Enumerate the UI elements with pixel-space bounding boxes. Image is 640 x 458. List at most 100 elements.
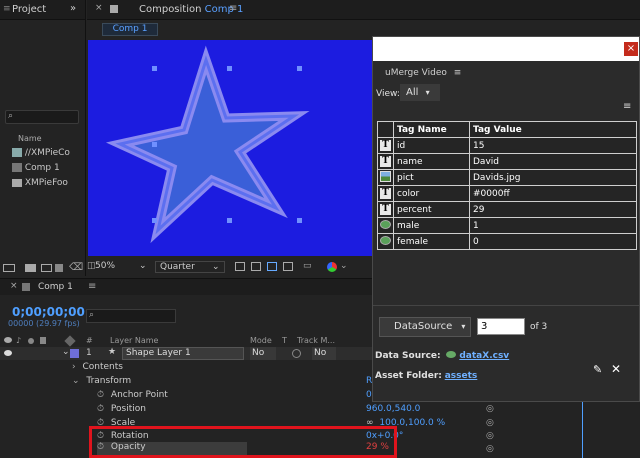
project-bottom-toolbar: ⌫ — [3, 262, 83, 274]
tag-row[interactable]: T percent 29 — [377, 201, 637, 218]
close-icon[interactable]: ≡ — [3, 4, 11, 14]
property-position[interactable]: ⏱ Position — [97, 404, 146, 417]
text-type-icon: T — [380, 204, 391, 215]
tab-timeline-comp[interactable]: Comp 1 — [38, 282, 73, 292]
tag-value[interactable]: 15 — [469, 137, 637, 154]
graph-editor-icon[interactable]: ◎ — [486, 418, 494, 428]
project-item[interactable]: Comp 1 — [12, 163, 60, 177]
mode-dropdown[interactable]: No — [250, 347, 276, 360]
project-item[interactable]: //XMPieCo — [12, 148, 70, 162]
tag-value[interactable]: David — [469, 153, 637, 170]
layer-name-field[interactable]: Shape Layer 1 — [122, 347, 244, 360]
layer-row[interactable]: ⌄ 1 ★ Shape Layer 1 No No — [0, 347, 372, 360]
project-search-input[interactable]: ⌕ — [5, 110, 79, 124]
position-value[interactable]: 960.0,540.0 — [366, 404, 420, 417]
property-contents[interactable]: › Contents — [72, 362, 123, 375]
datasource-button[interactable]: DataSource ▾ — [379, 317, 471, 337]
label-color-icon[interactable] — [70, 349, 79, 358]
column-tag-name[interactable]: Tag Name — [393, 121, 470, 138]
column-layer-name[interactable]: Layer Name — [110, 336, 158, 345]
timeline-search-input[interactable]: ⌕ — [86, 309, 176, 323]
graph-editor-icon[interactable]: ◎ — [486, 444, 494, 454]
star-shape[interactable] — [88, 40, 372, 256]
tag-row[interactable]: T id 15 — [377, 137, 637, 154]
mask-visibility-icon[interactable] — [267, 262, 277, 271]
graph-editor-icon[interactable]: ◎ — [486, 431, 494, 441]
audio-icon[interactable]: ♪ — [16, 336, 21, 345]
close-button[interactable]: × — [624, 42, 638, 56]
property-anchor-point[interactable]: ⏱ Anchor Point — [97, 390, 168, 403]
column-tag-value[interactable]: Tag Value — [469, 121, 637, 138]
comp-subtab[interactable]: Comp 1 — [102, 23, 158, 36]
tag-row[interactable]: male 1 — [377, 217, 637, 234]
tag-row[interactable]: pict Davids.jpg — [377, 169, 637, 186]
tag-value[interactable]: 0 — [469, 233, 637, 250]
project-settings-icon[interactable] — [55, 264, 63, 272]
datasource-label: DataSource — [394, 321, 453, 332]
close-icon[interactable]: × — [10, 281, 18, 291]
current-timecode[interactable]: 0;00;00;00 — [12, 305, 85, 319]
composition-toolbar: ◫ 50% ⌄ Quarter ⌄ ▭ ⌄ — [87, 258, 377, 276]
parent-pickwhip-icon[interactable] — [292, 349, 301, 358]
visibility-eye-icon[interactable] — [4, 350, 12, 356]
property-transform[interactable]: ⌄ Transform — [72, 376, 131, 389]
project-item-label: //XMPieCo — [24, 148, 70, 158]
window-title-bar[interactable] — [373, 37, 639, 61]
expand-panels-icon[interactable]: » — [70, 3, 76, 14]
delete-icon[interactable]: ⌫ — [69, 262, 83, 273]
tab-composition[interactable]: Composition Comp 1 — [139, 4, 243, 15]
expand-chevron-icon[interactable]: › — [72, 362, 76, 372]
panel-menu-icon[interactable]: ≡ — [88, 281, 96, 292]
tag-row[interactable]: T name David — [377, 153, 637, 170]
project-tabbar: ≡ Project » — [0, 0, 85, 20]
zoom-dropdown[interactable]: 50% ⌄ — [95, 261, 151, 273]
table-menu-icon[interactable]: ≡ — [623, 101, 631, 112]
graph-editor-icon[interactable]: ◎ — [486, 404, 494, 414]
tag-row[interactable]: T color #0000ff — [377, 185, 637, 202]
tag-value[interactable]: 1 — [469, 217, 637, 234]
column-mode[interactable]: Mode — [250, 336, 272, 345]
chevron-down-icon[interactable]: ⌄ — [340, 261, 348, 271]
close-icon[interactable]: × — [95, 3, 103, 13]
panel-menu-icon[interactable]: ≡ — [229, 3, 237, 14]
composition-viewer[interactable] — [88, 40, 372, 256]
project-item[interactable]: XMPieFoo — [12, 178, 68, 192]
column-t[interactable]: T — [282, 336, 287, 345]
tag-value[interactable]: #0000ff — [469, 185, 637, 202]
stopwatch-icon[interactable]: ⏱ — [97, 404, 104, 414]
tab-project[interactable]: Project — [12, 4, 46, 15]
expand-chevron-icon[interactable]: ⌄ — [62, 347, 70, 357]
transparency-grid-icon[interactable] — [251, 262, 261, 271]
unlink-icon[interactable]: ✕ — [611, 362, 621, 376]
guides-icon[interactable] — [283, 262, 293, 271]
tag-value[interactable]: Davids.jpg — [469, 169, 637, 186]
lock-icon[interactable] — [110, 5, 118, 13]
view-dropdown[interactable]: All ▾ — [400, 84, 440, 101]
tag-value[interactable]: 29 — [469, 201, 637, 218]
record-number-input[interactable]: 3 — [477, 318, 525, 335]
lock-icon[interactable] — [40, 337, 46, 344]
star-shape-layer-icon: ★ — [108, 347, 117, 357]
umerge-tab[interactable]: uMerge Video ≡ — [377, 65, 467, 81]
tag-row[interactable]: female 0 — [377, 233, 637, 250]
resolution-dropdown[interactable]: Quarter ⌄ — [155, 261, 225, 273]
pencil-icon[interactable]: ✎ — [593, 363, 602, 376]
asset-folder-link[interactable]: assets — [445, 371, 478, 381]
channel-icon[interactable] — [327, 262, 337, 272]
project-column-name[interactable]: Name — [18, 134, 42, 143]
track-matte-dropdown[interactable]: No — [312, 347, 336, 360]
new-composition-icon[interactable] — [41, 264, 52, 272]
data-source-link[interactable]: dataX.csv — [459, 351, 509, 361]
label-icon[interactable] — [64, 335, 76, 347]
collapse-chevron-icon[interactable]: ⌄ — [72, 376, 80, 386]
region-of-interest-icon[interactable] — [235, 262, 245, 271]
column-track-matte[interactable]: Track M... — [297, 336, 335, 345]
snapshot-icon[interactable]: ▭ — [303, 261, 312, 271]
panel-menu-icon[interactable]: ≡ — [454, 68, 462, 78]
solo-icon[interactable] — [28, 338, 34, 344]
new-folder-icon[interactable] — [25, 264, 36, 272]
umerge-video-window: × uMerge Video ≡ View: All ▾ ≡ Tag Name … — [372, 36, 640, 402]
stopwatch-icon[interactable]: ⏱ — [97, 390, 104, 400]
eye-icon[interactable] — [4, 337, 12, 343]
interpret-footage-icon[interactable] — [3, 264, 15, 272]
